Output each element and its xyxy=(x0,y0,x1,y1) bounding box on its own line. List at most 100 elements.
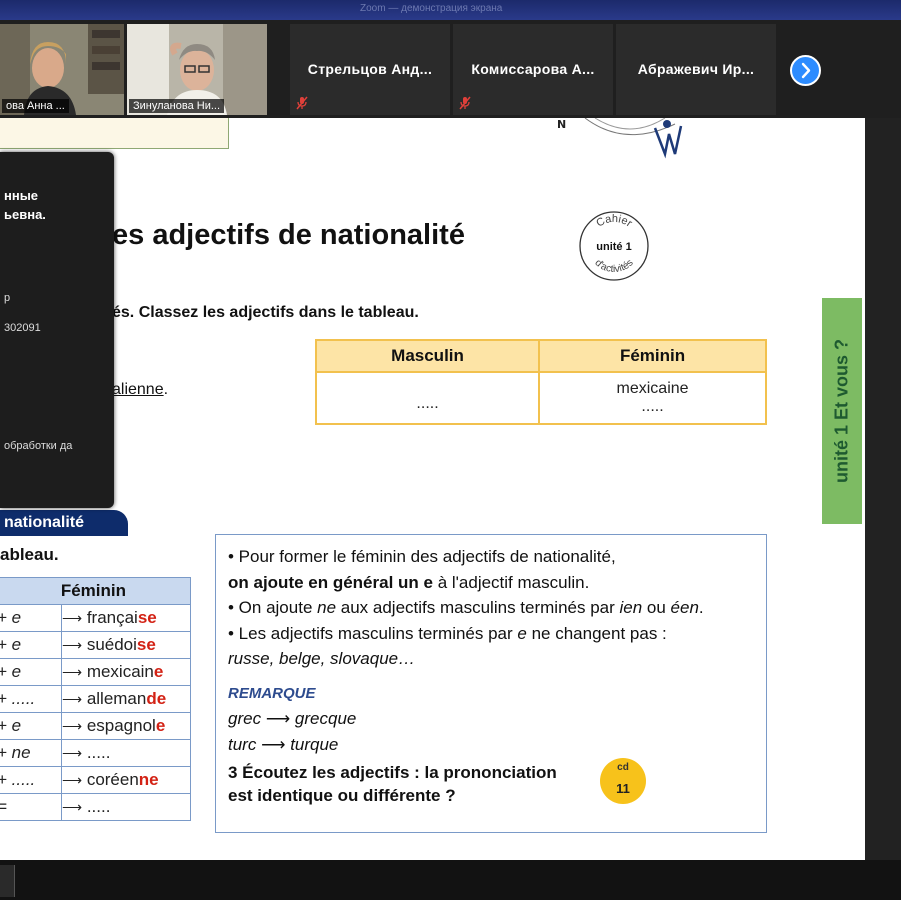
taskbar-button[interactable] xyxy=(0,865,15,897)
feminin-form: ⟶ coréenne xyxy=(61,766,191,794)
window-title-bar: Zoom — демонстрация экрана xyxy=(0,0,901,20)
exercise-instruction: és. Classez les adjectifs dans le tablea… xyxy=(112,304,419,321)
table-row: + ..... ⟶ allemande xyxy=(0,685,191,713)
unit-side-tab-label: unité 1 Et vous ? xyxy=(831,338,852,484)
rule-op: = xyxy=(0,793,62,821)
rule-3: • Les adjectifs masculins terminés par e… xyxy=(228,621,760,647)
blank-placeholder: ..... xyxy=(641,398,664,415)
example-word: turque xyxy=(290,734,339,754)
cd-track-badge: cd 11 xyxy=(600,758,646,804)
word-ending: se xyxy=(136,635,156,654)
table-row: + e⟶ française xyxy=(0,604,191,632)
rule-text: ou xyxy=(642,598,671,617)
column-header-masculin: Masculin xyxy=(314,339,541,373)
cell-feminin-word: mexicaine xyxy=(616,380,689,397)
rule-italic: éen xyxy=(670,598,699,617)
rule-op: + e xyxy=(0,631,62,659)
table-row: + e⟶ espagnole xyxy=(0,712,191,740)
arrow-right-icon: ⟶ xyxy=(265,709,291,728)
next-page-button[interactable] xyxy=(790,55,821,86)
rule-text: . xyxy=(698,598,704,617)
word-ending: ne xyxy=(138,770,159,789)
example-word: grecque xyxy=(294,709,357,728)
rule-text: à l'adjectif masculin. xyxy=(432,572,590,592)
mic-off-icon xyxy=(296,96,308,110)
rule-op: + ne xyxy=(0,739,62,767)
info-row: р xyxy=(4,292,11,304)
table-row: =⟶ ..... xyxy=(0,793,191,821)
exercise-3-line-2: est identique ou différente ? xyxy=(228,786,456,805)
example-word: turc xyxy=(228,734,257,754)
rule-1-continued: on ajoute en général un e à l'adjectif m… xyxy=(228,570,760,596)
name-line: ьевна. xyxy=(4,207,46,222)
rule-italic: ien xyxy=(619,598,643,617)
masculin-feminin-table: Masculin Féminin ..... mexicaine ..... xyxy=(314,339,767,425)
word-ending: de xyxy=(146,689,167,708)
participant-tile-3[interactable]: Стрельцов Анд... xyxy=(290,24,450,115)
rule-text: • On ajoute xyxy=(228,598,318,617)
participant-tile-video-1[interactable]: ова Анна ... xyxy=(0,24,124,115)
word-base: mexicain xyxy=(86,662,154,681)
mic-off-icon xyxy=(459,96,471,110)
word-ending: e xyxy=(155,716,166,735)
remarque-heading: REMARQUE xyxy=(228,684,316,702)
rule-italic: e xyxy=(517,623,527,643)
rule-text: ne changent pas : xyxy=(526,623,667,643)
rule-2: • On ajoute ne aux adjectifs masculins t… xyxy=(228,595,760,621)
rule-emphasis: on ajoute en général un e xyxy=(228,572,433,592)
feminin-form: ⟶ ..... xyxy=(61,739,191,767)
table-row: + ne ⟶ ..... xyxy=(0,739,191,767)
arrow-right-icon: ⟶ xyxy=(62,610,83,626)
window-title: Zoom — демонстрация экрана xyxy=(360,3,503,14)
rule-op: + ..... xyxy=(0,766,62,794)
name-line: нные xyxy=(4,188,39,203)
rule-op: + e xyxy=(0,604,62,632)
participant-name: Стрельцов Анд... xyxy=(307,61,433,77)
table-row: + ..... ⟶ coréenne xyxy=(0,766,191,794)
example-sentence: alienne. xyxy=(112,381,168,399)
participant-tile-4[interactable]: Комиссарова А... xyxy=(453,24,613,115)
grammar-rules: • Pour former le féminin des adjectifs d… xyxy=(228,544,760,807)
remark-example-2: turc ⟶ turque xyxy=(228,732,760,758)
participant-name-label: ова Анна ... xyxy=(2,99,69,113)
column-header-feminin: Féminin xyxy=(538,339,767,373)
word-base: coréen xyxy=(86,770,139,789)
participant-strip: Zoom — демонстрация экрана ова Анна ... xyxy=(0,0,901,118)
cell-masculin: ..... xyxy=(314,371,541,425)
example-word: alienne xyxy=(112,381,164,398)
arrow-right-icon: ⟶ xyxy=(261,734,286,754)
svg-text:N: N xyxy=(557,118,566,131)
cd-track-number: 11 xyxy=(616,781,630,796)
example-word: grec xyxy=(228,709,262,728)
exercise-3-line-1: 3 Écoutez les adjectifs : la prononciati… xyxy=(228,763,557,782)
cd-label: cd xyxy=(617,762,629,773)
screen-share-right-margin xyxy=(865,118,901,860)
word-ending: e xyxy=(153,662,164,681)
rule-italic: ne xyxy=(317,598,337,617)
feminin-formation-table: Féminin + e⟶ française + e⟶ suédoise + e… xyxy=(0,577,191,821)
feminin-form: ⟶ allemande xyxy=(61,685,191,713)
cell-feminin: mexicaine ..... xyxy=(538,371,767,425)
bottom-taskbar xyxy=(0,860,901,900)
participant-name: Комиссарова А... xyxy=(471,61,595,77)
arrow-right-icon: ⟶ xyxy=(62,718,83,734)
feminin-form: ⟶ mexicaine xyxy=(61,658,191,686)
word-base: ..... xyxy=(86,797,111,816)
participant-tile-video-2[interactable]: Зинуланова Ни... xyxy=(127,24,267,115)
participant-tile-5[interactable]: Абражевич Ир... xyxy=(616,24,776,115)
feminin-form: ⟶ espagnole xyxy=(61,712,191,740)
example-suffix: . xyxy=(163,381,169,398)
table-row: + e⟶ suédoise xyxy=(0,631,191,659)
arrow-right-icon: ⟶ xyxy=(62,691,83,707)
remark-example-1: grec ⟶ grecque xyxy=(228,706,760,732)
word-ending: se xyxy=(137,608,157,627)
arrow-right-icon: ⟶ xyxy=(62,799,83,815)
rule-text: • Les adjectifs masculins terminés par xyxy=(228,623,518,643)
participant-name-label: Зинуланова Ни... xyxy=(129,99,225,113)
table-row: + e⟶ mexicaine xyxy=(0,658,191,686)
participant-info-panel: нные ьевна. р 302091 обработки да xyxy=(0,152,114,508)
section-banner: nationalité xyxy=(0,510,128,536)
rule-1: • Pour former le féminin des adjectifs d… xyxy=(228,547,616,566)
rule-op: + ..... xyxy=(0,685,62,713)
word-base: suédoi xyxy=(86,635,137,654)
